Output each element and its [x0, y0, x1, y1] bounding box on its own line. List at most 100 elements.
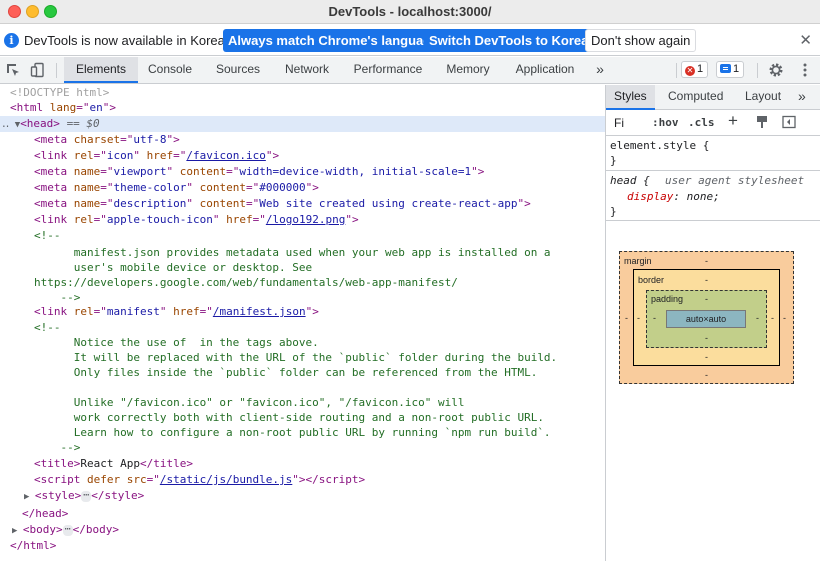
device-toolbar-icon[interactable] — [30, 62, 46, 78]
margin-top-value[interactable]: - — [705, 256, 708, 266]
dom-node-meta[interactable]: <meta name="description" content="Web si… — [0, 196, 605, 212]
close-icon[interactable]: ✕ — [799, 31, 812, 49]
dom-node-meta[interactable]: <meta name="viewport" content="width=dev… — [0, 164, 605, 180]
more-tabs-chevron-icon[interactable]: » — [798, 85, 806, 110]
dom-node-link[interactable]: <link rel="apple-touch-icon" href="/logo… — [0, 212, 605, 228]
filter-input[interactable]: Fi — [614, 116, 624, 130]
logo-link[interactable]: /logo192.png — [266, 213, 345, 226]
css-property: display: none; — [627, 190, 720, 203]
styles-tabbar: Styles Computed Layout » — [606, 85, 820, 110]
margin-bottom-value[interactable]: - — [705, 370, 708, 380]
message-icon — [720, 64, 731, 73]
comment-line[interactable] — [0, 380, 605, 396]
border-right-value[interactable]: - — [771, 313, 774, 323]
rule-element-style: element.style { } — [606, 136, 820, 171]
comment-line[interactable]: <!-- — [0, 228, 605, 244]
box-model-content[interactable]: auto×auto — [666, 310, 746, 328]
class-toggle[interactable]: .cls — [688, 116, 715, 129]
comment-line[interactable]: work correctly both with client-side rou… — [0, 410, 605, 426]
error-icon: ✕ — [685, 66, 695, 76]
dom-node-head[interactable]: ‥ ▼<head> == $0 — [0, 116, 605, 132]
margin-left-value[interactable]: - — [625, 313, 628, 323]
comment-line[interactable]: --> — [0, 440, 605, 456]
dom-node-meta[interactable]: <meta name="theme-color" content="#00000… — [0, 180, 605, 196]
manifest-link[interactable]: /manifest.json — [213, 305, 306, 318]
padding-top-value[interactable]: - — [705, 294, 708, 304]
paint-brush-icon[interactable] — [755, 115, 769, 129]
margin-label: margin — [624, 256, 652, 266]
comment-line[interactable]: Notice the use of in the tags above. — [0, 335, 605, 351]
dom-node-html[interactable]: <html lang="en"> — [0, 100, 605, 116]
dom-node[interactable]: <!DOCTYPE html> — [0, 85, 605, 101]
dom-node-link[interactable]: <link rel="manifest" href="/manifest.jso… — [0, 304, 605, 320]
tab-elements[interactable]: Elements — [64, 57, 138, 83]
dom-node-body[interactable]: ▶ <body> ⋯ </body> — [0, 522, 605, 538]
tab-sources[interactable]: Sources — [212, 57, 264, 83]
hover-state-toggle[interactable]: :hov — [652, 116, 679, 129]
toolbar-divider — [56, 63, 57, 78]
tab-network[interactable]: Network — [281, 57, 333, 83]
tab-application[interactable]: Application — [511, 57, 579, 83]
border-left-value[interactable]: - — [637, 313, 640, 323]
bundle-script-link[interactable]: /static/js/bundle.js — [160, 473, 292, 486]
dom-node-link[interactable]: <link rel="icon" href="/favicon.ico"> — [0, 148, 605, 164]
doctype-text: <!DOCTYPE html> — [10, 86, 110, 99]
expand-triangle-icon[interactable]: ▶ — [12, 526, 23, 536]
tab-layout[interactable]: Layout — [745, 85, 781, 110]
rule-close: } — [610, 205, 617, 218]
match-language-button[interactable]: Always match Chrome's language — [223, 29, 444, 52]
comment-line[interactable]: user's mobile device or desktop. See — [0, 260, 605, 276]
more-options-icon[interactable] — [797, 62, 813, 78]
dom-node-script[interactable]: <script defer src="/static/js/bundle.js"… — [0, 472, 605, 488]
toolbar-divider — [676, 63, 677, 78]
dom-node-html-close[interactable]: </html> — [0, 538, 605, 554]
tab-performance[interactable]: Performance — [350, 57, 426, 83]
expand-triangle-icon[interactable]: ▶ — [24, 492, 35, 502]
switch-to-korean-button[interactable]: Switch DevTools to Korean — [424, 29, 602, 52]
error-count: 1 — [697, 63, 704, 75]
border-top-value[interactable]: - — [705, 275, 708, 285]
dont-show-again-button[interactable]: Don't show again — [585, 29, 697, 52]
tab-console[interactable]: Console — [144, 57, 196, 83]
comment-line[interactable]: https://developers.google.com/web/fundam… — [0, 275, 605, 291]
more-tabs-chevron-icon[interactable]: » — [592, 57, 608, 83]
infobar-message: DevTools is now available in Korean! — [24, 33, 236, 48]
toolbar-divider — [757, 63, 758, 78]
error-count-badge[interactable]: ✕ 1 — [681, 61, 709, 78]
dom-node-meta[interactable]: <meta charset="utf-8"> — [0, 132, 605, 148]
rule-close: } — [610, 154, 617, 167]
comment-line[interactable]: Learn how to configure a non-root public… — [0, 425, 605, 441]
collapsed-ellipsis[interactable]: ⋯ — [81, 491, 92, 502]
tab-memory[interactable]: Memory — [443, 57, 493, 83]
tab-computed[interactable]: Computed — [668, 85, 723, 110]
dom-node-title[interactable]: <title>React App</title> — [0, 456, 605, 472]
inspect-element-icon[interactable] — [5, 62, 21, 78]
devtools-tabbar: Elements Console Sources Network Perform… — [0, 57, 820, 84]
add-rule-icon[interactable]: + — [728, 111, 738, 131]
dom-node-head-close[interactable]: </head> — [0, 506, 605, 522]
rule-head: head { user agent stylesheet display: no… — [606, 171, 820, 221]
collapse-triangle-icon[interactable]: ▼ — [9, 120, 20, 130]
toggle-sidebar-icon[interactable] — [782, 115, 796, 129]
padding-label: padding — [651, 294, 684, 304]
padding-left-value[interactable]: - — [653, 313, 656, 323]
border-bottom-value[interactable]: - — [705, 352, 708, 362]
language-infobar: i DevTools is now available in Korean! A… — [0, 25, 820, 56]
comment-line[interactable]: It will be replaced with the URL of the … — [0, 350, 605, 366]
gear-icon[interactable] — [768, 62, 784, 78]
favicon-link[interactable]: /favicon.ico — [186, 149, 265, 162]
message-count-badge[interactable]: 1 — [716, 61, 745, 78]
comment-line[interactable]: manifest.json provides metadata used whe… — [0, 245, 605, 261]
rule-selector[interactable]: head { — [610, 173, 650, 189]
padding-right-value[interactable]: - — [756, 313, 759, 323]
dom-node-style[interactable]: ▶ <style> ⋯ </style> — [0, 488, 605, 504]
collapsed-ellipsis[interactable]: ⋯ — [62, 525, 73, 536]
comment-line[interactable]: Only files inside the `public` folder ca… — [0, 365, 605, 381]
margin-right-value[interactable]: - — [783, 313, 786, 323]
comment-line[interactable]: <!-- — [0, 320, 605, 336]
tab-styles[interactable]: Styles — [606, 85, 655, 110]
rule-selector[interactable]: element.style { — [610, 138, 709, 154]
info-icon: i — [4, 33, 19, 48]
comment-line[interactable]: Unlike "/favicon.ico" or "favicon.ico", … — [0, 395, 605, 411]
padding-bottom-value[interactable]: - — [705, 333, 708, 343]
